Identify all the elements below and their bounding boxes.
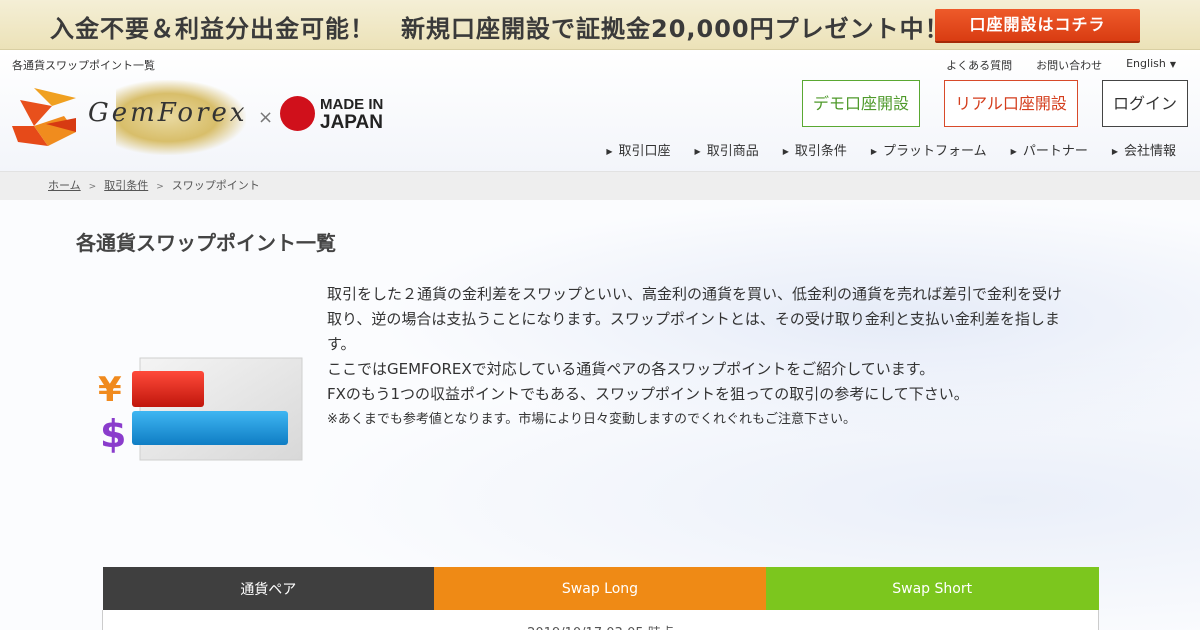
site-header: 各通貨スワップポイント一覧 よくある質問 お問い合わせ English ▼ Gem… — [0, 50, 1200, 172]
nav-item-trading-account[interactable]: ▶ 取引口座 — [606, 140, 670, 159]
demo-account-button[interactable]: デモ口座開設 — [802, 80, 920, 127]
real-account-button[interactable]: リアル口座開設 — [944, 80, 1078, 127]
nav-label: 会社情報 — [1123, 144, 1176, 159]
nav-item-company[interactable]: ▶ 会社情報 — [1112, 140, 1176, 159]
intro-line: 取引をした２通貨の金利差をスワップといい、高金利の通貨を買い、低金利の通貨を売れ… — [327, 285, 1063, 303]
column-header-currency-pair: 通貨ペア — [102, 567, 435, 610]
triangle-right-icon: ▶ — [1111, 147, 1118, 156]
contact-link[interactable]: お問い合わせ — [1036, 57, 1102, 73]
triangle-right-icon: ▶ — [782, 147, 789, 156]
utility-links: よくある質問 お問い合わせ English ▼ — [946, 57, 1176, 73]
swap-currency-illustration: ¥ $ — [98, 357, 303, 461]
promo-text: 入金不要＆利益分出金可能！ 新規口座開設で証拠金20,000円プレゼント中！ — [50, 9, 950, 44]
site-logo[interactable]: GemForex × MADE IN JAPAN — [12, 80, 392, 155]
promo-text-part2: 新規口座開設で証拠金20,000円プレゼント中！ — [401, 15, 950, 43]
intro-line: ここではGEMFOREXで対応している通貨ペアの各スワップポイントをご紹介してい… — [327, 360, 935, 378]
breadcrumb-current: スワップポイント — [171, 179, 260, 192]
swap-point-table: 通貨ペア Swap Long Swap Short 2019/10/17 03:… — [102, 567, 1099, 630]
nav-item-products[interactable]: ▶ 取引商品 — [695, 140, 759, 159]
faq-link[interactable]: よくある質問 — [946, 57, 1012, 73]
nav-label: パートナー — [1022, 144, 1088, 159]
nav-item-partner[interactable]: ▶ パートナー — [1011, 140, 1088, 159]
breadcrumb: ホーム > 取引条件 > スワップポイント — [0, 172, 1200, 200]
intro-line: 取り、逆の場合は支払うことになります。スワップポイントとは、その受け取り金利と支… — [327, 310, 1060, 328]
table-row: 2019/10/17 03:05 時点 — [102, 610, 1099, 630]
dollar-icon: $ — [100, 412, 126, 456]
timestamp-cell: 2019/10/17 03:05 時点 — [102, 610, 1099, 630]
page-caption: 各通貨スワップポイント一覧 — [12, 59, 155, 72]
intro-text: 取引をした２通貨の金利差をスワップといい、高金利の通貨を買い、低金利の通貨を売れ… — [327, 282, 1127, 432]
main-nav: ▶ 取引口座 ▶ 取引商品 ▶ 取引条件 ▶ プラットフォーム ▶ パートナー ▶ 会社情報 — [606, 140, 1176, 159]
promo-banner: 入金不要＆利益分出金可能！ 新規口座開設で証拠金20,000円プレゼント中！ 口座… — [0, 0, 1200, 50]
japan-text: JAPAN — [320, 112, 383, 133]
triangle-right-icon: ▶ — [1010, 147, 1017, 156]
nav-item-platform[interactable]: ▶ プラットフォーム — [871, 140, 987, 159]
breadcrumb-home-link[interactable]: ホーム — [48, 179, 81, 192]
nav-label: プラットフォーム — [883, 144, 987, 159]
chevron-right-icon: > — [156, 182, 164, 192]
nav-label: 取引商品 — [706, 144, 759, 159]
language-selector[interactable]: English ▼ — [1126, 57, 1176, 73]
intro-line: FXのもう1つの収益ポイントでもある、スワップポイントを狙っての取引の参考にして… — [327, 385, 969, 403]
intro-line: す。 — [327, 335, 356, 353]
login-button[interactable]: ログイン — [1102, 80, 1188, 127]
caret-down-icon: ▼ — [1169, 60, 1176, 69]
gemforex-g-logo-icon — [12, 88, 76, 146]
chevron-right-icon: > — [88, 182, 97, 192]
nav-item-conditions[interactable]: ▶ 取引条件 — [783, 140, 847, 159]
column-header-swap-long: Swap Long — [434, 567, 766, 610]
triangle-right-icon: ▶ — [870, 147, 878, 156]
yen-icon: ¥ — [98, 370, 122, 410]
nav-label: 取引条件 — [794, 144, 847, 159]
main-content: 各通貨スワップポイント一覧 ¥ $ 取引をした２通貨の金利差をスワップといい、高… — [0, 200, 1200, 630]
promo-text-part1: 入金不要＆利益分出金可能！ — [50, 15, 375, 43]
breadcrumb-conditions-link[interactable]: 取引条件 — [104, 179, 148, 192]
column-header-swap-short: Swap Short — [765, 567, 1099, 610]
times-symbol: × — [258, 107, 274, 128]
triangle-right-icon: ▶ — [694, 147, 701, 156]
page-title: 各通貨スワップポイント一覧 — [76, 231, 336, 255]
triangle-right-icon: ▶ — [606, 147, 613, 156]
open-account-cta-button[interactable]: 口座開設はコチラ — [935, 9, 1140, 41]
made-in-japan-mark: MADE IN JAPAN — [320, 96, 383, 132]
language-label: English — [1126, 57, 1166, 70]
japan-flag-icon — [280, 96, 315, 131]
nav-label: 取引口座 — [618, 144, 671, 159]
brand-name: GemForex — [88, 98, 248, 128]
disclaimer-note: ※あくまでも参考値となります。市場により日々変動しますのでくれぐれもご注意下さい… — [327, 412, 856, 427]
